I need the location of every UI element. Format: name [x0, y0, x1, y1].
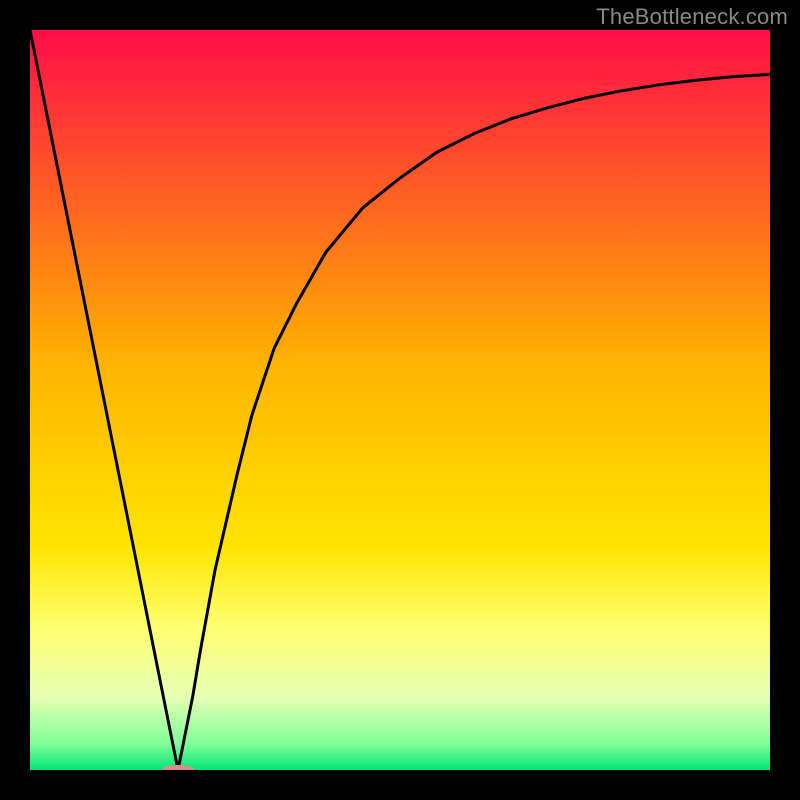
- bottleneck-chart: [30, 30, 770, 770]
- gradient-background: [30, 30, 770, 770]
- chart-container: [30, 30, 770, 770]
- attribution-label: TheBottleneck.com: [596, 4, 788, 30]
